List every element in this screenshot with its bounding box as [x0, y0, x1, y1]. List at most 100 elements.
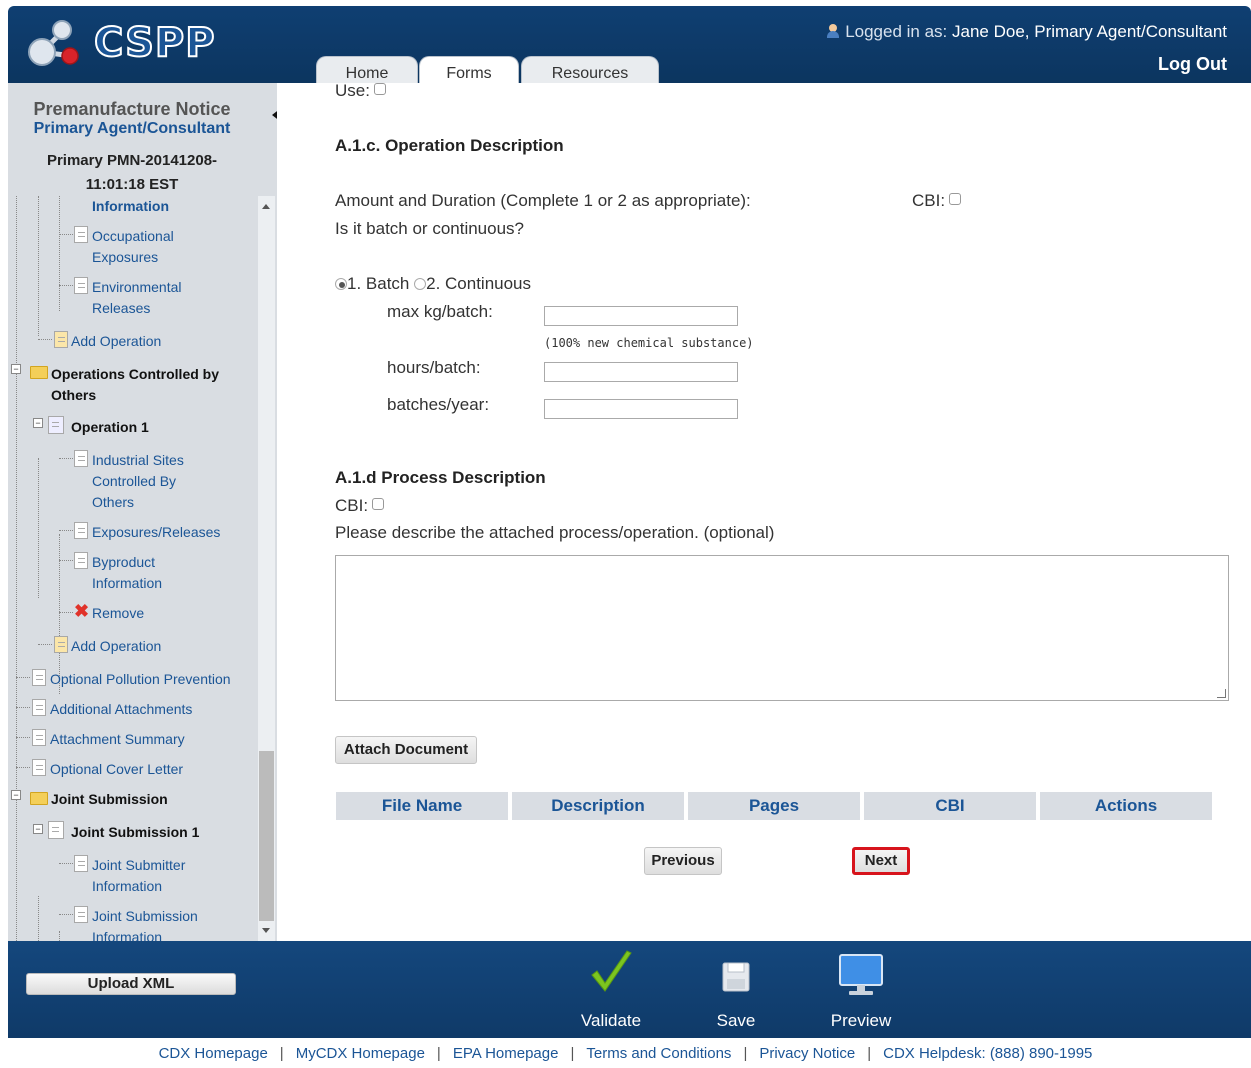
footer-link-terms[interactable]: Terms and Conditions: [586, 1045, 731, 1062]
tree-item-additional-attachments[interactable]: Additional Attachments: [50, 699, 192, 720]
tree-item-optional-pollution-prevention[interactable]: Optional Pollution Prevention: [50, 669, 231, 690]
role-label: Primary Agent/Consultant: [33, 120, 231, 137]
tree-item-remove[interactable]: Remove: [92, 603, 144, 624]
tree-item-operations-controlled-by-others[interactable]: Operations Controlled by Others: [51, 364, 219, 406]
save-button[interactable]: Save: [696, 949, 776, 1031]
tree-item-information[interactable]: Information: [92, 196, 169, 217]
hours-label: hours/batch:: [387, 358, 481, 377]
column-actions[interactable]: Actions: [1040, 792, 1212, 820]
batches-input[interactable]: [544, 399, 738, 419]
tree-item-add-operation-2[interactable]: Add Operation: [71, 636, 161, 657]
collapse-icon[interactable]: −: [33, 418, 43, 428]
resize-handle-icon[interactable]: [1217, 689, 1226, 698]
logout-link[interactable]: Log Out: [1158, 54, 1227, 75]
scroll-thumb[interactable]: [259, 751, 274, 921]
collapse-icon[interactable]: −: [11, 364, 21, 374]
add-document-icon: [54, 331, 68, 348]
hours-input[interactable]: [544, 362, 738, 382]
footer-link-epa-homepage[interactable]: EPA Homepage: [453, 1045, 559, 1062]
footer-link-mycdx-homepage[interactable]: MyCDX Homepage: [296, 1045, 425, 1062]
collapse-icon[interactable]: −: [33, 824, 43, 834]
document-icon: [32, 699, 46, 716]
floppy-disk-icon: [696, 949, 776, 999]
use-row: Use:: [335, 81, 386, 101]
document-icon: [32, 759, 46, 776]
next-button[interactable]: Next: [852, 847, 910, 875]
tree-connector: [59, 458, 73, 459]
process-cbi-checkbox[interactable]: [372, 498, 385, 510]
upload-xml-button[interactable]: Upload XML: [26, 973, 236, 995]
cbi-checkbox[interactable]: [949, 193, 962, 205]
checkmark-icon: [571, 949, 651, 999]
tree-item-exposures-releases[interactable]: Exposures/Releases: [92, 522, 220, 543]
tree-connector: [59, 863, 73, 864]
max-kg-input[interactable]: [544, 306, 738, 326]
footer-links: CDX Homepage | MyCDX Homepage | EPA Homepage…: [0, 1045, 1251, 1062]
folder-icon: [30, 366, 48, 379]
tree-guide: [38, 896, 39, 941]
tree-item-joint-submission-1[interactable]: Joint Submission 1: [71, 822, 199, 843]
column-description[interactable]: Description: [512, 792, 684, 820]
batch-radio[interactable]: [335, 278, 347, 290]
tree-connector: [16, 767, 30, 768]
process-description-textarea[interactable]: [335, 555, 1229, 701]
tree-guide: [16, 196, 17, 941]
operation-icon: [48, 416, 64, 434]
max-kg-hint: (100% new chemical substance): [544, 336, 754, 350]
tree-connector: [59, 530, 73, 531]
continuous-radio[interactable]: [414, 278, 427, 290]
tree-item-operation-1[interactable]: Operation 1: [71, 417, 149, 438]
preview-button[interactable]: Preview: [821, 949, 901, 1031]
scroll-up-icon[interactable]: [262, 204, 270, 209]
column-pages[interactable]: Pages: [688, 792, 860, 820]
footer-link-cdx-homepage[interactable]: CDX Homepage: [159, 1045, 268, 1062]
scroll-down-icon[interactable]: [262, 928, 270, 933]
validate-button[interactable]: Validate: [571, 949, 651, 1031]
tree-item-joint-submission[interactable]: Joint Submission: [51, 789, 168, 810]
document-icon: [74, 277, 88, 294]
previous-button[interactable]: Previous: [644, 847, 722, 875]
tree-connector: [59, 612, 73, 613]
tree-item-optional-cover-letter[interactable]: Optional Cover Letter: [50, 759, 183, 780]
monitor-icon: [821, 949, 901, 999]
form-panel: Use: A.1.c. Operation Description Amount…: [277, 81, 1251, 941]
tree-item-label: Industrial Sites: [92, 452, 184, 468]
footer-link-helpdesk[interactable]: CDX Helpdesk: (888) 890-1995: [883, 1045, 1092, 1062]
edit-document-icon: [48, 821, 64, 839]
attach-document-button[interactable]: Attach Document: [335, 736, 477, 764]
use-checkbox[interactable]: [373, 83, 386, 95]
submission-id-line2: 11:01:18 EST: [85, 176, 179, 193]
footer-link-privacy[interactable]: Privacy Notice: [759, 1045, 855, 1062]
tree-connector: [59, 560, 73, 561]
document-icon: [74, 522, 88, 539]
tree-item-joint-submission-information[interactable]: Joint Submission Information: [92, 906, 198, 941]
column-file-name[interactable]: File Name: [336, 792, 508, 820]
tree-item-joint-submitter-information[interactable]: Joint Submitter Information: [92, 855, 185, 897]
sidebar-scrollbar[interactable]: [258, 196, 275, 941]
logged-in-status: Logged in as: Jane Doe, Primary Agent/Co…: [826, 22, 1227, 42]
user-icon: [826, 24, 840, 38]
tree-item-environmental-releases[interactable]: Environmental Releases: [92, 277, 182, 319]
batches-label: batches/year:: [387, 395, 490, 414]
remove-icon: ✖: [74, 601, 90, 621]
footer-separator: |: [570, 1045, 575, 1062]
section-heading-a1d: A.1.d Process Description: [335, 468, 546, 487]
cspp-logo[interactable]: CSPP: [22, 14, 222, 74]
tree-guide: [59, 196, 60, 311]
batch-question: Is it batch or continuous?: [335, 219, 525, 238]
tree-item-industrial-sites[interactable]: Industrial Sites Controlled By Others: [92, 450, 184, 513]
tree-item-label: Joint Submitter: [92, 857, 186, 873]
cbi-label: CBI:: [912, 191, 946, 210]
collapse-icon[interactable]: −: [11, 790, 21, 800]
column-cbi[interactable]: CBI: [864, 792, 1036, 820]
tree-connector: [16, 737, 30, 738]
document-icon: [74, 450, 88, 467]
form-title: Premanufacture Notice: [33, 99, 231, 119]
tree-item-occupational-exposures[interactable]: Occupational Exposures: [92, 226, 174, 268]
tree-connector: [38, 339, 52, 340]
tree-item-attachment-summary[interactable]: Attachment Summary: [50, 729, 185, 750]
tree-item-label: Occupational: [92, 228, 174, 244]
tree-item-add-operation[interactable]: Add Operation: [71, 331, 161, 352]
process-cbi-row: CBI:: [335, 496, 385, 516]
tree-item-byproduct-information[interactable]: Byproduct Information: [92, 552, 162, 594]
